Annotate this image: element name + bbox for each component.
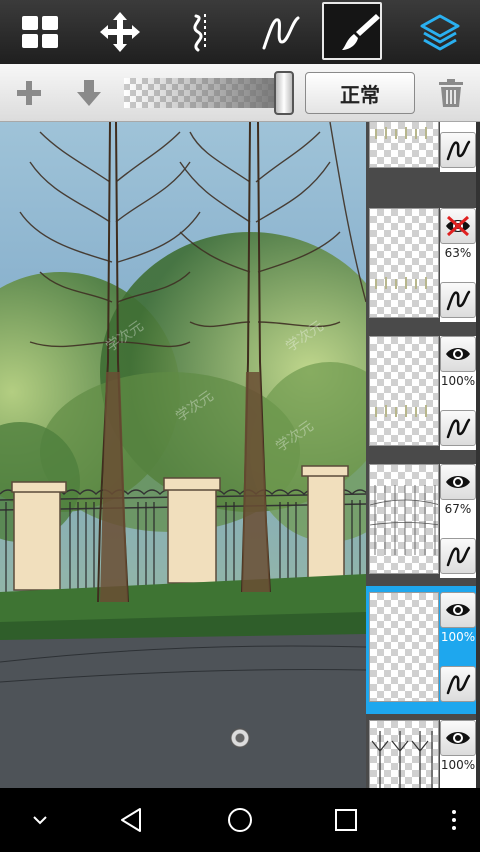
opacity-gradient	[124, 78, 284, 108]
layer-visibility-toggle[interactable]	[440, 208, 476, 244]
back-icon	[121, 808, 141, 832]
layer-blend-button[interactable]	[440, 538, 476, 574]
ruler-tool-button[interactable]	[160, 0, 240, 64]
layer-row[interactable]: 100%	[366, 330, 480, 458]
layer-thumbnail-art	[371, 731, 433, 788]
blend-mode-button[interactable]: 正常	[305, 72, 415, 114]
merge-down-button[interactable]	[66, 70, 112, 116]
recents-icon	[335, 809, 357, 831]
eye-hidden-icon	[446, 215, 470, 237]
layers-panel: 84% 63% 100% 67% 100% 100%	[366, 122, 480, 788]
layer-row[interactable]: 63%	[366, 202, 480, 330]
layer-row[interactable]: 67%	[366, 458, 480, 586]
layer-thumbnail-art	[375, 127, 427, 139]
delete-layer-button[interactable]	[428, 70, 474, 116]
move-arrows-icon	[100, 12, 140, 52]
tool-bar	[0, 0, 480, 64]
layer-row[interactable]: 100%	[366, 714, 480, 788]
eye-icon	[446, 476, 470, 488]
canvas-scroll-handle[interactable]	[230, 728, 250, 748]
layer-opacity-label: 67%	[444, 502, 472, 516]
layer-thumbnail[interactable]	[369, 720, 439, 788]
brush-tool-button[interactable]	[320, 0, 400, 64]
back-button[interactable]	[112, 802, 152, 838]
chevron-down-icon	[33, 816, 47, 825]
layer-thumbnail-art	[375, 277, 427, 289]
eye-icon	[446, 604, 470, 616]
pen-stroke-icon	[262, 16, 300, 50]
plus-icon	[17, 81, 41, 105]
layers-scrollbar[interactable]	[476, 122, 480, 788]
layer-visibility-toggle[interactable]	[440, 720, 476, 756]
layer-thumbnail-art	[375, 405, 427, 417]
trash-icon	[439, 79, 463, 107]
opacity-slider-thumb[interactable]	[274, 71, 294, 115]
canvas-artwork: 学次元 学次元 学次元 学次元	[0, 122, 366, 788]
pen-stroke-icon	[446, 290, 471, 311]
layers-icon	[420, 14, 460, 51]
layer-visibility-toggle[interactable]	[440, 464, 476, 500]
add-layer-button[interactable]	[6, 70, 52, 116]
drawing-canvas[interactable]: 学次元 学次元 学次元 学次元	[0, 122, 366, 788]
layer-thumbnail[interactable]	[369, 592, 439, 702]
layer-thumbnail[interactable]	[369, 208, 439, 318]
hide-nav-button[interactable]	[20, 802, 60, 838]
pen-stroke-icon	[446, 418, 471, 439]
layer-blend-button[interactable]	[440, 410, 476, 446]
layer-blend-button[interactable]	[440, 666, 476, 702]
layer-thumbnail[interactable]	[369, 464, 439, 574]
layers-tool-button[interactable]	[400, 0, 480, 64]
layer-row[interactable]: 100%	[366, 586, 480, 714]
layer-visibility-toggle[interactable]	[440, 592, 476, 628]
pen-stroke-icon	[446, 674, 471, 695]
home-icon	[228, 808, 252, 832]
more-icon	[452, 810, 456, 830]
layer-opacity-label: 100%	[440, 758, 476, 772]
opacity-slider[interactable]	[124, 78, 284, 108]
arrow-down-icon	[77, 80, 101, 106]
layer-visibility-toggle[interactable]	[440, 336, 476, 372]
layer-opacity-label: 100%	[440, 374, 476, 388]
layer-blend-button[interactable]	[440, 282, 476, 318]
gallery-tool-button[interactable]	[0, 0, 80, 64]
eye-icon	[446, 348, 470, 360]
layer-controls: 84%	[440, 122, 476, 172]
pen-stroke-icon	[446, 546, 471, 567]
ruler-icon	[193, 14, 206, 52]
layer-thumbnail[interactable]	[369, 122, 439, 168]
home-button[interactable]	[220, 802, 260, 838]
brush-icon	[342, 14, 380, 50]
layer-blend-button[interactable]	[440, 132, 476, 168]
layer-controls: 100%	[440, 592, 476, 706]
move-tool-button[interactable]	[80, 0, 160, 64]
layer-controls: 100%	[440, 336, 476, 450]
layer-opacity-label: 63%	[444, 246, 472, 260]
layer-controls: 63%	[440, 208, 476, 322]
recents-button[interactable]	[326, 802, 366, 838]
eye-icon	[446, 732, 470, 744]
layer-controls: 100%	[440, 720, 476, 788]
pen-tool-button[interactable]	[240, 0, 320, 64]
layer-options-bar: 正常	[0, 64, 480, 122]
grid-icon	[22, 16, 58, 48]
more-options-button[interactable]	[434, 802, 474, 838]
layer-row[interactable]: 84%	[366, 122, 480, 180]
system-nav-bar	[0, 788, 480, 852]
layer-opacity-label: 100%	[440, 630, 476, 644]
layer-thumbnail[interactable]	[369, 336, 439, 446]
layer-thumbnail-art	[370, 485, 438, 555]
pen-stroke-icon	[446, 140, 471, 161]
layer-controls: 67%	[440, 464, 476, 578]
